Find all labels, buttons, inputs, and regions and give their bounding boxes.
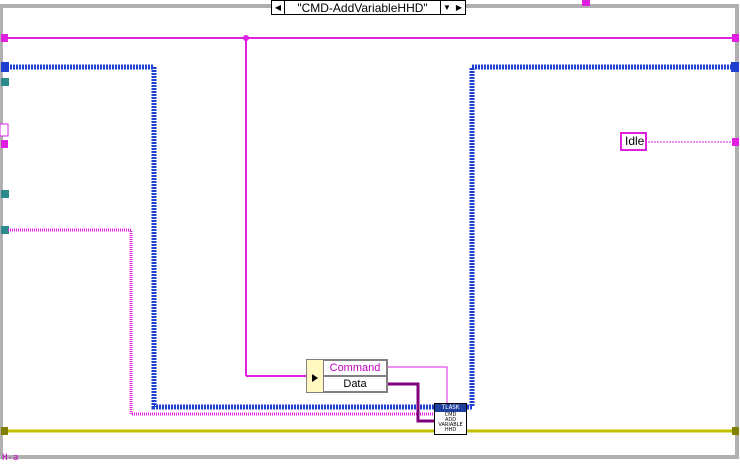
subvi-line: HHD — [444, 427, 457, 433]
tunnel-string-right[interactable] — [732, 34, 739, 42]
tunnel-string-left-2[interactable] — [1, 140, 8, 148]
case-selector[interactable]: ◀ "CMD-AddVariableHHD" ▼ ▶ — [271, 0, 466, 15]
subvi-add-variable-hhd[interactable]: TLASK CMD ADD VARIABLE HHD — [434, 403, 467, 435]
tunnel-idle-right[interactable] — [732, 138, 739, 146]
tunnel-cluster-left[interactable] — [1, 62, 9, 72]
bottom-label: H-a — [2, 453, 19, 463]
tunnel-string-left[interactable] — [1, 34, 8, 42]
subvi-body: CMD ADD VARIABLE HHD — [435, 412, 466, 433]
cluster-wire-right[interactable] — [467, 64, 736, 410]
block-diagram — [0, 0, 739, 459]
wire-junction — [243, 35, 249, 41]
triangle-down-icon[interactable]: ▼ — [441, 3, 453, 12]
subvi-banner: TLASK — [435, 404, 466, 412]
unbundle-field-data[interactable]: Data — [323, 376, 387, 392]
unbundle-field-command[interactable]: Command — [323, 360, 387, 376]
tunnel-cluster-right[interactable] — [731, 62, 739, 72]
tunnel-error-left[interactable] — [1, 427, 8, 435]
tunnel-error-right[interactable] — [732, 427, 739, 435]
triangle-right-icon[interactable]: ▶ — [453, 3, 465, 12]
triangle-right-icon — [312, 374, 318, 382]
cluster-wire-left[interactable] — [4, 64, 434, 410]
idle-string-constant[interactable]: Idle — [620, 132, 647, 151]
unbundle-input-terminal[interactable] — [307, 360, 324, 392]
triangle-left-icon[interactable]: ◀ — [272, 3, 284, 12]
tunnel-teal-2[interactable] — [1, 190, 9, 198]
case-top-marker — [582, 0, 590, 6]
tunnel-teal-3[interactable] — [1, 226, 9, 234]
tunnel-teal-1[interactable] — [1, 78, 9, 86]
case-selector-terminal[interactable] — [0, 123, 9, 137]
case-selector-label[interactable]: "CMD-AddVariableHHD" — [285, 1, 440, 15]
unbundle-by-name[interactable]: Command Data — [306, 359, 388, 393]
